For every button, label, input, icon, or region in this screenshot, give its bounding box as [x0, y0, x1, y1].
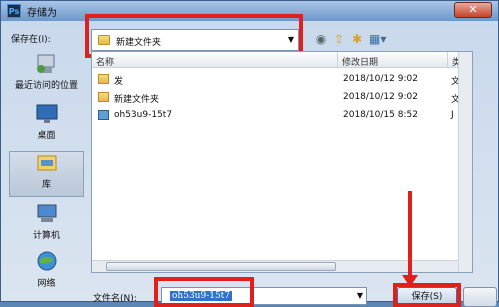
window-title: 存储为 — [27, 8, 57, 19]
place-label: 最近访问的位置 — [14, 81, 78, 91]
file-date: 2018/10/12 9:02 — [343, 92, 418, 102]
horizontal-scrollbar[interactable] — [92, 260, 458, 272]
cancel-button[interactable] — [463, 287, 497, 307]
highlight-box-save — [393, 283, 461, 307]
libraries-icon — [37, 155, 56, 171]
recent-places-icon — [36, 54, 54, 73]
place-recent[interactable]: 最近访问的位置 — [9, 53, 84, 99]
close-button[interactable]: ✕ — [454, 2, 492, 18]
file-date: 2018/10/12 9:02 — [343, 74, 418, 84]
place-label: 计算机 — [32, 231, 60, 241]
highlight-box-filename — [154, 277, 254, 307]
save-in-label: 保存在(I): — [11, 35, 51, 45]
place-label: 桌面 — [37, 131, 56, 141]
views-icon[interactable]: ▦▾ — [369, 31, 386, 47]
place-desktop[interactable]: 桌面 — [9, 103, 84, 147]
computer-icon — [37, 204, 56, 222]
file-row[interactable]: 发 2018/10/12 9:02 文 — [92, 72, 472, 88]
file-row[interactable]: 新建文件夹 2018/10/12 9:02 文 — [92, 90, 472, 106]
filename-label: 文件名(N): — [93, 294, 137, 304]
file-row[interactable]: oh53u9-15t7 2018/10/15 8:52 J — [92, 108, 472, 124]
place-computer[interactable]: 计算机 — [9, 203, 84, 247]
vertical-scrollbar[interactable] — [458, 52, 472, 272]
photoshop-icon: Ps — [7, 4, 21, 18]
file-list: 名称 修改日期 类 发 2018/10/12 9:02 文 新建文件夹 2018… — [91, 51, 473, 273]
place-label: 网络 — [37, 279, 56, 289]
desktop-icon — [36, 104, 57, 123]
places-bar: 最近访问的位置 桌面 库 计算机 网络 — [9, 51, 84, 289]
network-icon — [37, 251, 56, 271]
save-as-dialog: Ps 存储为 ✕ 保存在(I): 新建文件夹 ▼ ◉ ⇧ ✱ ▦▾ 最近访问的位… — [0, 0, 499, 307]
red-arrow-shaft — [408, 191, 412, 281]
folder-icon — [98, 92, 109, 102]
file-name: oh53u9-15t7 — [114, 110, 173, 120]
place-network[interactable]: 网络 — [9, 251, 84, 295]
image-file-icon — [98, 110, 109, 120]
place-label: 库 — [41, 180, 51, 190]
folder-icon — [98, 74, 109, 84]
file-name: 发 — [114, 77, 124, 87]
chevron-down-icon[interactable]: ▼ — [357, 291, 363, 300]
file-type: J — [451, 110, 454, 120]
column-header-name[interactable]: 名称 — [92, 52, 338, 68]
new-folder-icon[interactable]: ✱ — [349, 31, 365, 47]
place-libraries[interactable]: 库 — [9, 151, 84, 197]
file-date: 2018/10/15 8:52 — [343, 110, 418, 120]
back-icon[interactable]: ◉ — [313, 31, 329, 47]
file-name: 新建文件夹 — [114, 95, 160, 105]
scrollbar-thumb[interactable] — [106, 262, 336, 271]
up-folder-icon[interactable]: ⇧ — [331, 31, 347, 47]
column-header-date[interactable]: 修改日期 — [338, 52, 448, 68]
